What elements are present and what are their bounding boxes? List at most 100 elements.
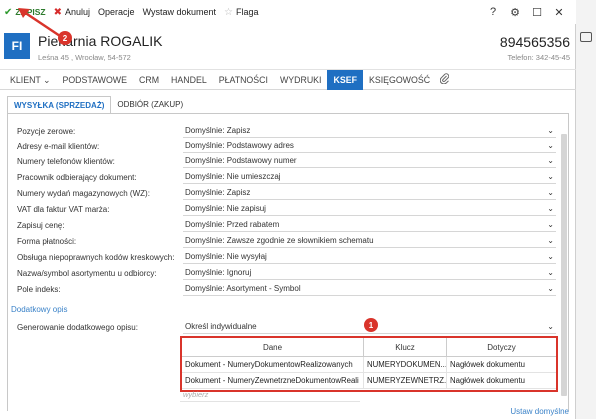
field-value: Domyślnie: Podstawowy adres xyxy=(185,141,294,150)
chat-icon[interactable] xyxy=(580,32,592,42)
flag-button[interactable]: ☆ Flaga xyxy=(224,0,258,24)
field-select[interactable]: Domyślnie: Asortyment - Symbol ⌄ xyxy=(183,282,556,296)
operations-label: Operacje xyxy=(98,7,135,17)
field-value: Domyślnie: Zapisz xyxy=(185,126,251,135)
field-label: Pracownik odbierający dokument: xyxy=(17,172,137,182)
field-label: Numery telefonów klientów: xyxy=(17,156,115,166)
chevron-down-icon: ⌄ xyxy=(547,188,554,197)
chevron-down-icon: ⌄ xyxy=(547,204,554,213)
maximize-icon[interactable]: ☐ xyxy=(526,6,548,19)
field-value: Domyślnie: Nie wysyłaj xyxy=(185,252,267,261)
field-label: Generowanie dodatkowego opisu: xyxy=(17,322,138,332)
annotation-badge-1: 1 xyxy=(364,318,378,332)
side-panel xyxy=(576,0,596,419)
help-icon[interactable]: ? xyxy=(482,6,504,18)
tab-crm[interactable]: CRM xyxy=(133,70,165,90)
field-label: Pole indeks: xyxy=(17,284,61,294)
field-row: Numery wydań magazynowych (WZ): Domyślni… xyxy=(17,186,557,200)
field-value: Domyślnie: Zawsze zgodnie ze słownikiem … xyxy=(185,236,374,245)
field-select[interactable]: Domyślnie: Nie umieszczaj ⌄ xyxy=(183,170,556,184)
attachment-icon[interactable] xyxy=(436,72,453,87)
chevron-down-icon: ⌄ xyxy=(547,284,554,293)
field-row: Numery telefonów klientów: Domyślnie: Po… xyxy=(17,154,557,168)
set-defaults-link[interactable]: Ustaw domyślne xyxy=(510,407,569,416)
field-row: Pozycje zerowe: Domyślnie: Zapisz ⌄ xyxy=(17,124,557,138)
field-value: Domyślnie: Nie umieszczaj xyxy=(185,172,281,181)
tab-ksef[interactable]: KSEF xyxy=(327,69,363,90)
issue-document-label: Wystaw dokument xyxy=(142,7,217,17)
field-label: Obsługa niepoprawnych kodów kreskowych: xyxy=(17,252,175,262)
tab-podstawowe[interactable]: PODSTAWOWE xyxy=(56,70,133,90)
chevron-down-icon: ⌄ xyxy=(547,236,554,245)
column-header-klucz[interactable]: Klucz xyxy=(364,338,447,356)
chevron-down-icon: ⌄ xyxy=(547,172,554,181)
settings-icon[interactable]: ⚙ xyxy=(504,6,526,19)
paperclip-icon xyxy=(439,72,450,84)
column-header-dane[interactable]: Dane xyxy=(182,338,364,356)
chevron-down-icon: ⌄ xyxy=(547,126,554,135)
description-table: Dane Klucz Dotyczy Dokument - NumeryDoku… xyxy=(180,336,558,392)
operations-button[interactable]: Operacje xyxy=(98,0,135,24)
field-row: Adresy e-mail klientów: Domyślnie: Podst… xyxy=(17,139,557,153)
window-controls: ? ⚙ ☐ ✕ xyxy=(482,0,570,24)
flag-label: Flaga xyxy=(236,7,259,17)
field-label: Zapisuj cenę: xyxy=(17,220,65,230)
chevron-down-icon: ⌄ xyxy=(547,252,554,261)
field-label: Pozycje zerowe: xyxy=(17,126,76,136)
cell-dane: Dokument - NumeryZewnetrzneDokumentowRea… xyxy=(182,373,364,388)
tab-wysylka[interactable]: WYSYŁKA (SPRZEDAŻ) xyxy=(7,96,112,114)
field-select[interactable]: Domyślnie: Zawsze zgodnie ze słownikiem … xyxy=(183,234,556,248)
field-select[interactable]: Domyślnie: Nie zapisuj ⌄ xyxy=(183,202,556,216)
field-select[interactable]: Domyślnie: Przed rabatem ⌄ xyxy=(183,218,556,232)
field-value: Domyślnie: Podstawowy numer xyxy=(185,156,297,165)
field-label: Adresy e-mail klientów: xyxy=(17,141,100,151)
section-title: Dodatkowy opis xyxy=(11,305,68,314)
cell-klucz: NUMERYDOKUMEN... xyxy=(364,357,447,372)
field-value: Domyślnie: Ignoruj xyxy=(185,268,252,277)
field-select[interactable]: Domyślnie: Zapisz ⌄ xyxy=(183,124,556,138)
cell-klucz: NUMERYZEWNETRZ... xyxy=(364,373,447,388)
field-select[interactable]: Domyślnie: Zapisz ⌄ xyxy=(183,186,556,200)
field-row: Nazwa/symbol asortymentu u odbiorcy: Dom… xyxy=(17,266,557,280)
chevron-down-icon: ⌄ xyxy=(547,322,554,331)
column-header-dotyczy[interactable]: Dotyczy xyxy=(447,338,556,356)
cell-dotyczy: Nagłówek dokumentu xyxy=(450,360,525,369)
field-select[interactable]: Domyślnie: Podstawowy adres ⌄ xyxy=(183,139,556,153)
issue-document-button[interactable]: Wystaw dokument xyxy=(143,0,216,24)
field-row: Zapisuj cenę: Domyślnie: Przed rabatem ⌄ xyxy=(17,218,557,232)
field-value: Domyślnie: Zapisz xyxy=(185,188,251,197)
field-row: Pracownik odbierający dokument: Domyślni… xyxy=(17,170,557,184)
vertical-scrollbar[interactable] xyxy=(561,134,567,396)
customer-header: FI Piekarnia ROGALIK Leśna 45 , Wrocław,… xyxy=(0,24,576,70)
star-icon: ☆ xyxy=(224,6,233,18)
tab-klient[interactable]: KLIENT ⌄ xyxy=(4,70,56,90)
field-label: VAT dla faktur VAT marża: xyxy=(17,204,110,214)
customer-window: ✔ ZAPISZ ✖ Anuluj Operacje Wystaw dokume… xyxy=(0,0,576,419)
customer-phone: Telefon: 342-45-45 xyxy=(507,53,570,62)
customer-address: Leśna 45 , Wrocław, 54-572 xyxy=(38,53,131,62)
tab-wydruki[interactable]: WYDRUKI xyxy=(274,70,328,90)
field-value: Domyślnie: Asortyment - Symbol xyxy=(185,284,301,293)
field-label: Nazwa/symbol asortymentu u odbiorcy: xyxy=(17,268,157,278)
tab-handel[interactable]: HANDEL xyxy=(165,70,213,90)
field-label: Numery wydań magazynowych (WZ): xyxy=(17,188,150,198)
chevron-down-icon: ⌄ xyxy=(547,220,554,229)
field-row: Pole indeks: Domyślnie: Asortyment - Sym… xyxy=(17,282,557,296)
annotation-badge-2: 2 xyxy=(58,31,72,45)
field-select[interactable]: Domyślnie: Ignoruj ⌄ xyxy=(183,266,556,280)
field-select[interactable]: Domyślnie: Podstawowy numer ⌄ xyxy=(183,154,556,168)
tab-platnosci[interactable]: PŁATNOŚCI xyxy=(213,70,274,90)
table-row[interactable]: Dokument - NumeryZewnetrzneDokumentowRea… xyxy=(182,373,556,389)
field-select[interactable]: Domyślnie: Nie wysyłaj ⌄ xyxy=(183,250,556,264)
tab-odbior[interactable]: ODBIÓR (ZAKUP) xyxy=(111,96,189,114)
field-row: VAT dla faktur VAT marża: Domyślnie: Nie… xyxy=(17,202,557,216)
chevron-down-icon: ⌄ xyxy=(547,156,554,165)
field-value: Domyślnie: Przed rabatem xyxy=(185,220,280,229)
table-row[interactable]: Dokument - NumeryDokumentowRealizowanych… xyxy=(182,357,556,373)
add-row-input[interactable]: wybierz xyxy=(180,390,360,402)
sub-tabs: WYSYŁKA (SPRZEDAŻ) ODBIÓR (ZAKUP) xyxy=(7,96,189,114)
close-icon[interactable]: ✕ xyxy=(548,6,570,19)
chevron-down-icon: ⌄ xyxy=(547,268,554,277)
tab-ksiegowosc[interactable]: KSIĘGOWOŚĆ xyxy=(363,70,436,90)
chevron-down-icon: ⌄ xyxy=(547,141,554,150)
